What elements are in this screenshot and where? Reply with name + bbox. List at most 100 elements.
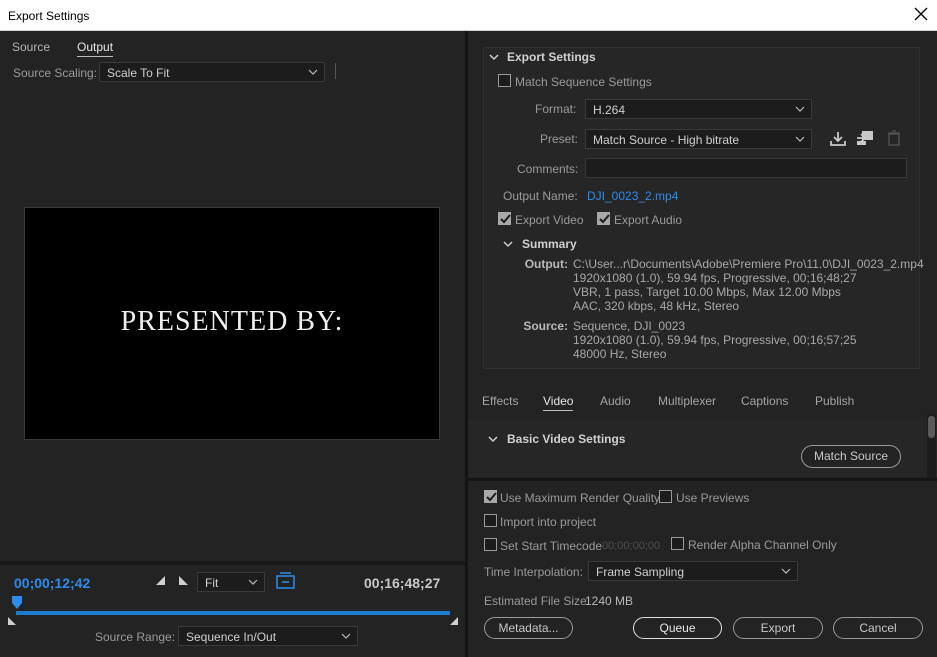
max-render-quality-label: Use Maximum Render Quality — [500, 491, 661, 505]
source-range-value: Sequence In/Out — [186, 630, 277, 644]
chevron-down-icon — [341, 630, 351, 640]
tab-publish[interactable]: Publish — [815, 394, 854, 408]
start-timecode-field[interactable]: 00;00;00;00 — [602, 540, 660, 552]
summary-output-line: C:\User...r\Documents\Adobe\Premiere Pro… — [573, 257, 924, 271]
tab-audio[interactable]: Audio — [600, 394, 631, 408]
summary-source-line: 1920x1080 (1.0), 59.94 fps, Progressive,… — [573, 333, 857, 347]
mark-out-icon[interactable] — [178, 574, 190, 589]
estimated-size-label: Estimated File Size: — [484, 594, 591, 608]
video-settings-panel: Basic Video Settings Match Source — [468, 420, 937, 477]
work-area-start-icon[interactable] — [7, 615, 17, 629]
playhead-handle[interactable] — [11, 595, 23, 611]
chevron-down-icon — [781, 565, 791, 575]
source-scaling-bar: Source Scaling: Scale To Fit — [0, 61, 465, 83]
delete-preset-icon[interactable] — [887, 130, 901, 149]
summary-output-line: 1920x1080 (1.0), 59.94 fps, Progressive,… — [573, 271, 857, 285]
chevron-down-icon[interactable] — [489, 51, 499, 65]
time-interpolation-select[interactable]: Frame Sampling — [588, 561, 798, 581]
import-into-project-label: Import into project — [500, 515, 597, 529]
source-range-select[interactable]: Sequence In/Out — [178, 626, 358, 646]
save-preset-icon[interactable] — [830, 130, 846, 149]
mark-in-icon[interactable] — [154, 574, 166, 589]
import-preset-icon[interactable] — [856, 130, 874, 149]
chevron-down-icon — [248, 576, 258, 586]
export-video-checkbox[interactable] — [498, 212, 511, 225]
preview-pane: Source Output Source Scaling: Scale To F… — [0, 31, 465, 657]
summary-source-line: Sequence, DJI_0023 — [573, 319, 686, 333]
use-previews-label: Use Previews — [676, 491, 750, 505]
summary-output-line: AAC, 320 kbps, 48 kHz, Stereo — [573, 299, 740, 313]
comments-label: Comments: — [517, 162, 579, 176]
output-name-link[interactable]: DJI_0023_2.mp4 — [587, 189, 678, 203]
work-area-end-icon[interactable] — [449, 615, 459, 629]
aspect-correction-icon[interactable] — [276, 572, 295, 593]
toolbar-divider — [335, 63, 336, 79]
tab-captions[interactable]: Captions — [741, 394, 788, 408]
settings-tabs: Effects Video Audio Multiplexer Captions… — [468, 386, 937, 414]
summary-heading: Summary — [522, 237, 577, 251]
source-range-label: Source Range: — [95, 630, 176, 644]
timeline-track[interactable] — [16, 611, 450, 615]
format-select[interactable]: H.264 — [585, 99, 812, 119]
summary-source-label: Source: — [523, 319, 568, 333]
match-sequence-label: Match Sequence Settings — [515, 75, 652, 89]
chevron-down-icon — [308, 66, 318, 76]
output-name-label: Output Name: — [503, 189, 578, 203]
cancel-button[interactable]: Cancel — [833, 617, 923, 639]
zoom-select[interactable]: Fit — [197, 572, 265, 592]
import-into-project-checkbox[interactable] — [484, 514, 497, 527]
render-alpha-checkbox[interactable] — [671, 537, 684, 550]
duration-timecode: 00;16;48;27 — [364, 575, 441, 591]
zoom-value: Fit — [205, 576, 219, 590]
window-title: Export Settings — [8, 9, 90, 23]
chevron-down-icon — [795, 133, 805, 143]
tab-effects[interactable]: Effects — [482, 394, 518, 408]
max-render-quality-checkbox[interactable] — [484, 490, 497, 503]
set-start-timecode-label: Set Start Timecode — [500, 539, 603, 553]
time-interpolation-value: Frame Sampling — [596, 565, 685, 579]
export-settings-panel: Export Settings Match Sequence Settings … — [483, 47, 924, 369]
export-settings-heading: Export Settings — [507, 50, 596, 64]
format-value: H.264 — [593, 103, 626, 117]
preview-divider — [0, 561, 465, 565]
source-scaling-label: Source Scaling: — [13, 66, 98, 80]
title-bar: Export Settings — [0, 0, 937, 31]
chevron-down-icon[interactable] — [488, 433, 498, 447]
basic-video-settings-heading: Basic Video Settings — [507, 432, 626, 446]
match-source-button[interactable]: Match Source — [801, 445, 901, 468]
chevron-down-icon — [795, 103, 805, 113]
summary-output-label: Output: — [524, 257, 568, 271]
match-sequence-checkbox[interactable] — [498, 74, 511, 87]
comments-field[interactable] — [585, 158, 907, 178]
source-scaling-select[interactable]: Scale To Fit — [99, 62, 325, 82]
metadata-button[interactable]: Metadata... — [484, 617, 573, 639]
tab-output[interactable]: Output — [77, 40, 114, 57]
scrollbar-thumb[interactable] — [928, 416, 935, 438]
options-divider — [468, 478, 937, 481]
summary-output-line: VBR, 1 pass, Target 10.00 Mbps, Max 12.0… — [573, 285, 841, 299]
tab-multiplexer[interactable]: Multiplexer — [658, 394, 716, 408]
preset-label: Preset: — [540, 132, 579, 146]
settings-scrollbar[interactable] — [927, 414, 936, 478]
close-icon[interactable] — [913, 6, 929, 22]
current-timecode[interactable]: 00;00;12;42 — [14, 575, 90, 591]
settings-pane: Export Settings Match Sequence Settings … — [468, 31, 937, 657]
chevron-down-icon[interactable] — [503, 238, 513, 252]
export-video-label: Export Video — [515, 213, 584, 227]
tab-source[interactable]: Source — [12, 40, 50, 54]
format-label: Format: — [535, 102, 577, 116]
use-previews-checkbox[interactable] — [659, 490, 672, 503]
set-start-timecode-checkbox[interactable] — [484, 538, 497, 551]
export-button[interactable]: Export — [733, 617, 823, 639]
queue-button[interactable]: Queue — [633, 617, 722, 639]
source-scaling-value: Scale To Fit — [107, 66, 170, 80]
time-interpolation-label: Time Interpolation: — [484, 565, 583, 579]
export-audio-checkbox[interactable] — [597, 212, 610, 225]
export-audio-label: Export Audio — [614, 213, 683, 227]
estimated-size-value: 1240 MB — [585, 594, 634, 608]
summary-source-line: 48000 Hz, Stereo — [573, 347, 667, 361]
render-alpha-label: Render Alpha Channel Only — [688, 538, 837, 552]
tab-video[interactable]: Video — [543, 394, 574, 411]
preset-select[interactable]: Match Source - High bitrate — [585, 129, 812, 149]
preview-frame-text: PRESENTED BY: — [120, 306, 344, 337]
